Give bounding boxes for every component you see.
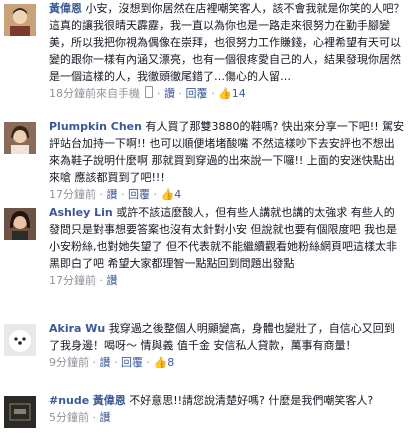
like-button[interactable]: 讚	[107, 274, 118, 287]
mobile-icon	[144, 86, 153, 98]
like-count[interactable]: 👍14	[218, 87, 246, 100]
avatar[interactable]	[4, 208, 36, 240]
comment-meta: 18分鐘前來自手機 · 讚 · 回覆 · 👍14	[49, 86, 246, 100]
avatar[interactable]	[4, 396, 36, 428]
comment-timestamp[interactable]: 17分鐘前	[49, 274, 96, 287]
comment-timestamp[interactable]: 9分鐘前	[49, 356, 89, 369]
like-button[interactable]: 讚	[100, 411, 111, 424]
thumbs-up-icon: 👍	[218, 87, 232, 100]
avatar[interactable]	[4, 4, 36, 36]
comment-author[interactable]: 黃偉恩	[93, 394, 126, 407]
comment-author[interactable]: Akira Wu	[49, 322, 105, 335]
comment-meta: 17分鐘前 · 讚 · 回覆 · 👍4	[49, 188, 182, 201]
like-button[interactable]: 讚	[100, 356, 111, 369]
comment-author[interactable]: Ashley Lin	[49, 206, 113, 219]
comment-timestamp[interactable]: 5分鐘前	[49, 411, 89, 424]
like-button[interactable]: 讚	[107, 188, 118, 201]
comment-timestamp[interactable]: 18分鐘前來自手機	[49, 87, 140, 100]
comment-meta: 5分鐘前 · 讚	[49, 411, 111, 424]
thumbs-up-icon: 👍	[160, 188, 175, 201]
comment-text: 小安，沒想到你居然在店裡嘲笑客人，該不會我就是你笑的人吧？這真的讓我很晴天霹靂，…	[49, 2, 405, 83]
comment-text: 不好意思!!請您說清楚好嗎? 什麼是我們嘲笑客人?	[129, 394, 374, 407]
like-count[interactable]: 👍8	[154, 356, 175, 369]
reply-button[interactable]: 回覆	[186, 87, 208, 100]
comment-meta: 17分鐘前 · 讚	[49, 274, 118, 287]
like-count[interactable]: 👍4	[161, 188, 182, 201]
comment-meta: 9分鐘前 · 讚 · 回覆 · 👍8	[49, 356, 175, 369]
comment-author[interactable]: 黃偉恩	[49, 2, 82, 15]
comment-author[interactable]: Plumpkin Chen	[49, 120, 142, 133]
thumbs-up-icon: 👍	[153, 356, 168, 369]
reply-button[interactable]: 回覆	[128, 188, 150, 201]
avatar[interactable]	[4, 122, 36, 154]
comment-timestamp[interactable]: 17分鐘前	[49, 188, 96, 201]
like-button[interactable]: 讚	[164, 87, 175, 100]
avatar[interactable]	[4, 324, 36, 356]
hashtag-link[interactable]: #nude	[49, 394, 89, 407]
reply-button[interactable]: 回覆	[121, 356, 143, 369]
comment-feed: 黃偉恩 小安，沒想到你居然在店裡嘲笑客人，該不會我就是你笑的人吧？這真的讓我很晴…	[0, 0, 410, 447]
